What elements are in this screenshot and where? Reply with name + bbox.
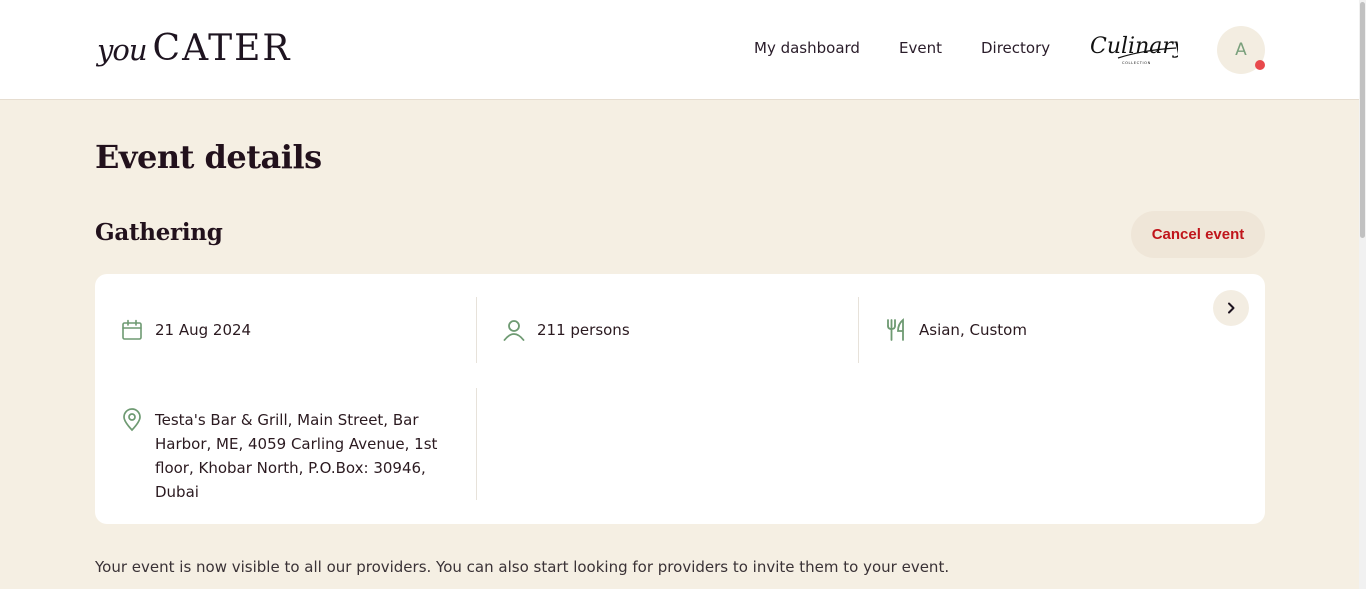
event-details-expand-button[interactable] bbox=[1213, 290, 1249, 326]
cutlery-icon bbox=[887, 318, 904, 341]
divider bbox=[858, 297, 859, 363]
page-title: Event details bbox=[95, 138, 322, 176]
event-cuisine-value: Asian, Custom bbox=[919, 321, 1027, 339]
person-icon bbox=[503, 320, 525, 341]
nav-my-dashboard[interactable]: My dashboard bbox=[754, 39, 860, 57]
youcater-logo[interactable]: you CATER bbox=[97, 28, 292, 69]
event-guests: 211 persons bbox=[502, 318, 630, 342]
notification-dot bbox=[1255, 60, 1265, 70]
divider bbox=[476, 297, 477, 363]
nav-directory[interactable]: Directory bbox=[981, 39, 1050, 57]
culinary-logo-text: Culinary bbox=[1090, 34, 1178, 59]
logo-prefix: you bbox=[97, 33, 148, 67]
chevron-right-icon bbox=[1228, 302, 1235, 314]
event-location: Testa's Bar & Grill, Main Street, Bar Ha… bbox=[120, 408, 473, 504]
event-location-value: Testa's Bar & Grill, Main Street, Bar Ha… bbox=[155, 411, 438, 501]
divider bbox=[476, 388, 477, 500]
culinary-logo-subtext: COLLECTION bbox=[1122, 61, 1151, 65]
event-name: Gathering bbox=[95, 219, 223, 246]
event-details-card: 21 Aug 2024 211 persons Asian, Custom Te… bbox=[95, 274, 1265, 524]
calendar-icon bbox=[122, 319, 142, 340]
event-visibility-message: Your event is now visible to all our pro… bbox=[95, 558, 950, 576]
event-cuisine: Asian, Custom bbox=[884, 318, 1027, 342]
event-date-value: 21 Aug 2024 bbox=[155, 321, 252, 339]
cancel-event-button[interactable]: Cancel event bbox=[1131, 211, 1265, 258]
event-guests-value: 211 persons bbox=[537, 321, 630, 339]
nav-event[interactable]: Event bbox=[899, 39, 942, 57]
map-pin-icon bbox=[123, 408, 141, 432]
top-header: you CATER My dashboard Event Directory Cu… bbox=[0, 0, 1366, 100]
culinary-collection-logo[interactable]: Culinary COLLECTION bbox=[1088, 28, 1178, 70]
scrollbar-thumb[interactable] bbox=[1360, 2, 1365, 238]
event-date: 21 Aug 2024 bbox=[120, 318, 251, 342]
logo-main: CATER bbox=[152, 28, 292, 69]
